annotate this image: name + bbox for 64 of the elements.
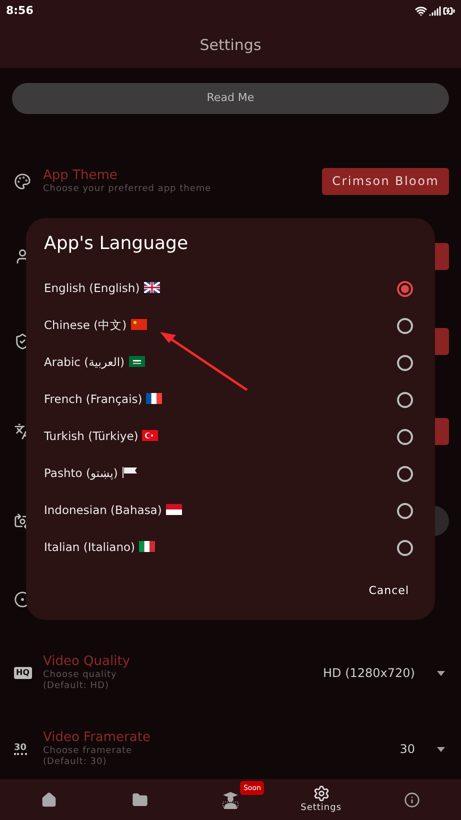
flag-icon xyxy=(139,540,156,552)
language-option[interactable]: Turkish (Türkiye) xyxy=(44,418,413,455)
language-option[interactable]: Indonesian (Bahasa) xyxy=(44,492,413,529)
setting-title: Video Quality xyxy=(43,654,132,670)
radio-button[interactable] xyxy=(397,392,413,408)
folder-icon xyxy=(132,792,148,808)
language-option[interactable]: Italian (Italiano) xyxy=(44,529,413,566)
hq-icon: HQ xyxy=(14,667,32,679)
read-me-button[interactable]: Read Me xyxy=(12,83,449,114)
language-label: Turkish (Türkiye) xyxy=(44,428,158,446)
radio-button[interactable] xyxy=(397,318,413,334)
dropdown[interactable]: 30 xyxy=(400,740,449,758)
theme-button[interactable]: Crimson Bloom xyxy=(322,168,449,194)
language-label: English (English) xyxy=(44,280,160,298)
flag-icon xyxy=(128,356,145,367)
nav-tab[interactable] xyxy=(402,792,422,808)
nav-tab[interactable] xyxy=(220,790,241,808)
flag-icon xyxy=(142,430,158,441)
caret-icon xyxy=(437,670,445,676)
radio-button[interactable] xyxy=(397,540,413,556)
nav-tab[interactable] xyxy=(130,792,150,808)
wifi-icon xyxy=(415,5,427,17)
setting-description: (Default: 30) xyxy=(43,757,108,768)
signal-icon xyxy=(429,5,441,17)
language-option[interactable]: Pashto (پښتو) xyxy=(44,455,413,492)
setting-description: Choose your preferred app theme xyxy=(43,184,212,194)
app-bar-title: Settings xyxy=(200,34,262,56)
cancel-button[interactable]: Cancel xyxy=(364,583,413,600)
status-time: 8:56 xyxy=(6,2,34,19)
setting-description: (Default: HD) xyxy=(43,681,110,692)
flag-icon xyxy=(146,392,162,404)
language-option[interactable]: French (Français) xyxy=(44,381,413,418)
language-label: Arabic (العربية) xyxy=(44,354,145,372)
setting-title: App Theme xyxy=(43,168,118,184)
flag-icon xyxy=(144,282,160,293)
radio-button[interactable] xyxy=(397,502,413,518)
palette-icon xyxy=(14,172,31,190)
setting-description: Choose framerate xyxy=(43,746,134,757)
settings-icon xyxy=(312,785,330,802)
radio-button[interactable] xyxy=(397,428,413,444)
language-label: French (Français) xyxy=(44,390,162,408)
language-label: Chinese (中文) xyxy=(44,316,147,334)
radio-button[interactable] xyxy=(397,466,413,482)
battery-icon xyxy=(443,5,455,17)
language-option[interactable]: Arabic (العربية) xyxy=(44,344,413,381)
language-option[interactable]: English (English) xyxy=(44,270,413,307)
setting-description: Choose quality xyxy=(43,670,118,681)
flag-icon xyxy=(122,466,138,478)
language-option[interactable]: Chinese (中文) xyxy=(44,307,413,344)
flag-icon xyxy=(130,318,147,330)
radio-button[interactable] xyxy=(397,354,413,370)
dropdown[interactable]: HD (1280x720) xyxy=(323,664,449,682)
home-icon xyxy=(41,792,58,808)
language-label: Indonesian (Bahasa) xyxy=(44,502,182,520)
setting-title: Video Framerate xyxy=(43,730,152,746)
caret-icon xyxy=(437,746,445,752)
dialog-title: App's Language xyxy=(44,232,190,256)
language-label: Pashto (پښتو) xyxy=(44,464,138,482)
teacher-icon xyxy=(222,790,239,808)
flag-icon xyxy=(166,504,182,515)
radio-button[interactable] xyxy=(397,280,413,296)
nav-tab[interactable]: Settings xyxy=(298,785,344,814)
language-label: Italian (Italiano) xyxy=(44,538,156,556)
info-icon xyxy=(404,792,420,808)
